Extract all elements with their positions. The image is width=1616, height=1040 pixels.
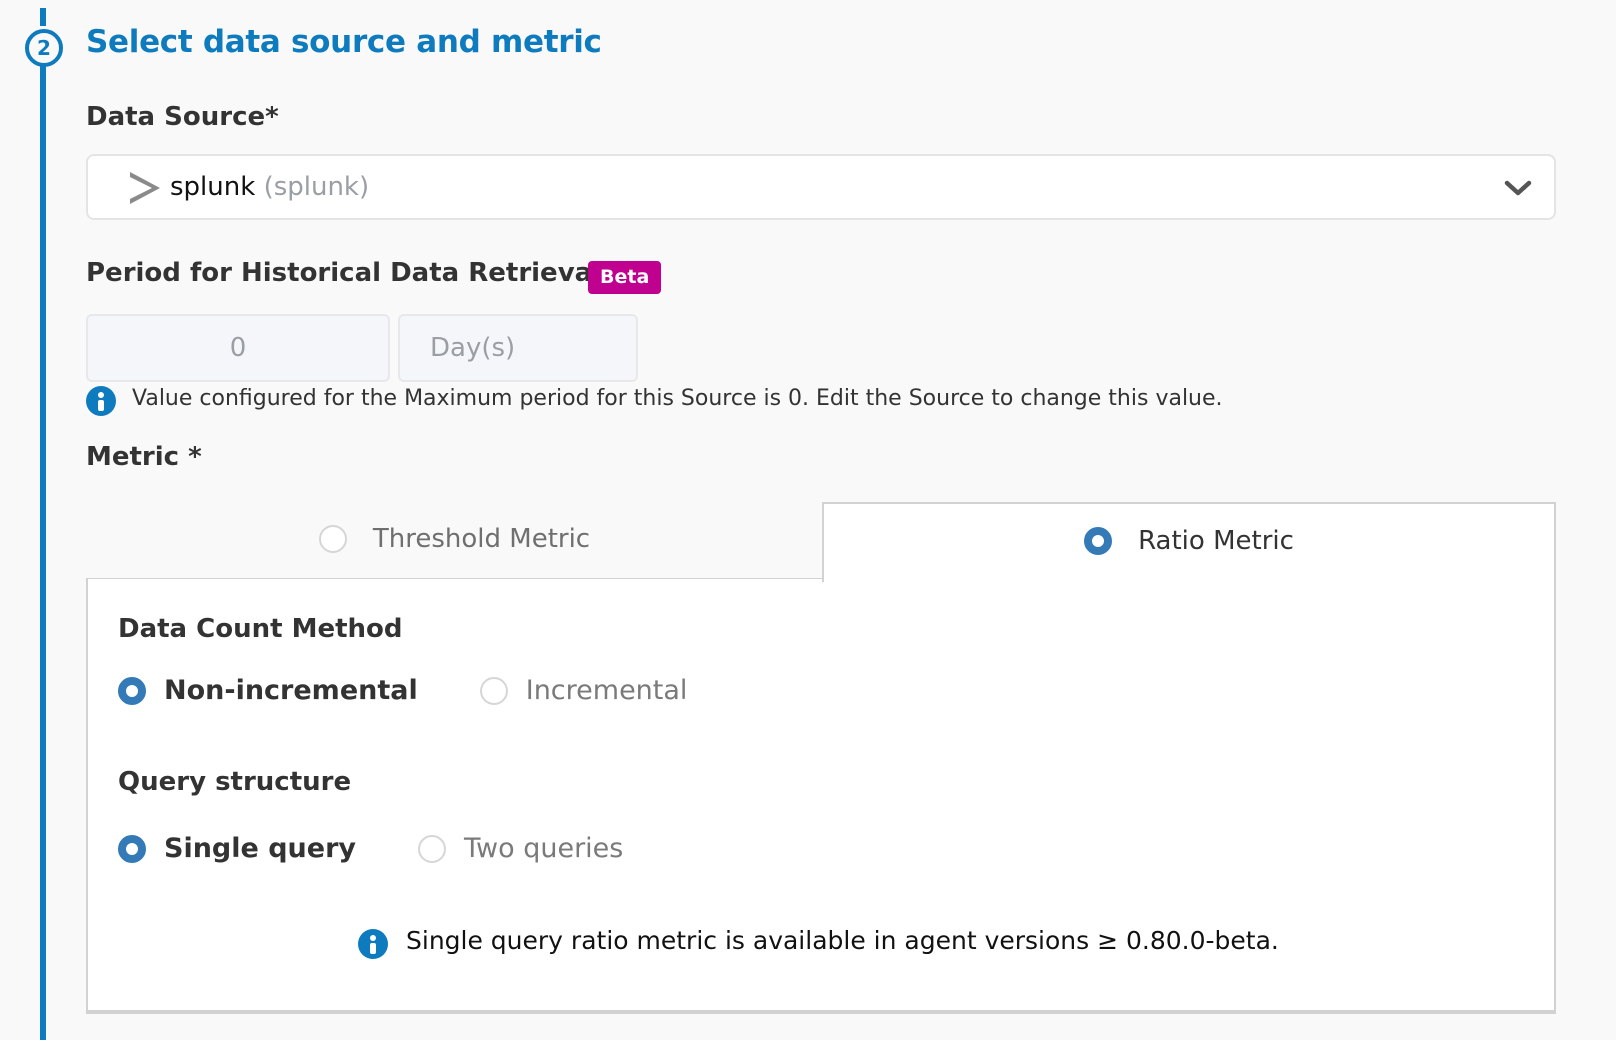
option-incremental[interactable]: Incremental	[479, 675, 688, 706]
single-query-info-text: Single query ratio metric is available i…	[406, 926, 1279, 955]
data-source-value: splunk (splunk)	[170, 172, 369, 202]
option-label: Two queries	[464, 833, 624, 864]
tab-threshold-metric[interactable]: Threshold Metric	[86, 502, 823, 580]
step-progress-line	[40, 66, 46, 1040]
data-count-method-group: Non-incremental Incremental	[118, 675, 687, 706]
option-label: Incremental	[525, 675, 688, 706]
radio-ratio-metric[interactable]	[1084, 527, 1113, 555]
option-label: Single query	[164, 833, 356, 864]
step-number-badge: 2	[25, 29, 63, 67]
step-progress-line	[40, 8, 46, 26]
data-source-label: Data Source*	[86, 102, 279, 132]
tab-label: Threshold Metric	[372, 524, 591, 554]
radio-incremental[interactable]	[479, 676, 508, 705]
beta-badge: Beta	[588, 261, 662, 294]
period-label: Period for Historical Data Retrieval *	[86, 258, 624, 288]
info-icon	[86, 386, 116, 416]
option-two-queries[interactable]: Two queries	[418, 833, 623, 864]
data-count-method-heading: Data Count Method	[118, 614, 403, 644]
splunk-chevron-icon	[130, 172, 160, 204]
info-icon	[358, 929, 388, 959]
option-non-incremental[interactable]: Non-incremental	[118, 675, 418, 706]
radio-non-incremental[interactable]	[118, 676, 146, 705]
period-info-text: Value configured for the Maximum period …	[132, 386, 1223, 411]
query-structure-heading: Query structure	[118, 767, 352, 797]
ratio-metric-panel: Data Count Method Non-incremental Increm…	[86, 579, 1556, 1012]
radio-single-query[interactable]	[118, 834, 146, 863]
data-source-select[interactable]: splunk (splunk)	[86, 154, 1556, 220]
option-single-query[interactable]: Single query	[118, 833, 356, 864]
radio-two-queries[interactable]	[418, 834, 446, 863]
option-label: Non-incremental	[164, 675, 418, 706]
period-value-input[interactable]	[86, 314, 390, 382]
step-section: 2 Select data source and metric Data Sou…	[0, 0, 1616, 1040]
tab-label: Ratio Metric	[1138, 526, 1294, 556]
data-source-type: (splunk)	[263, 172, 370, 202]
metric-label: Metric *	[86, 442, 202, 472]
tab-ratio-metric[interactable]: Ratio Metric	[822, 502, 1556, 582]
period-unit-select[interactable]: Day(s)	[398, 314, 638, 382]
chevron-down-icon[interactable]	[1504, 176, 1532, 200]
query-structure-group: Single query Two queries	[118, 833, 623, 864]
data-source-name: splunk	[170, 172, 256, 202]
step-title: Select data source and metric	[86, 24, 602, 60]
radio-threshold-metric[interactable]	[318, 525, 347, 553]
